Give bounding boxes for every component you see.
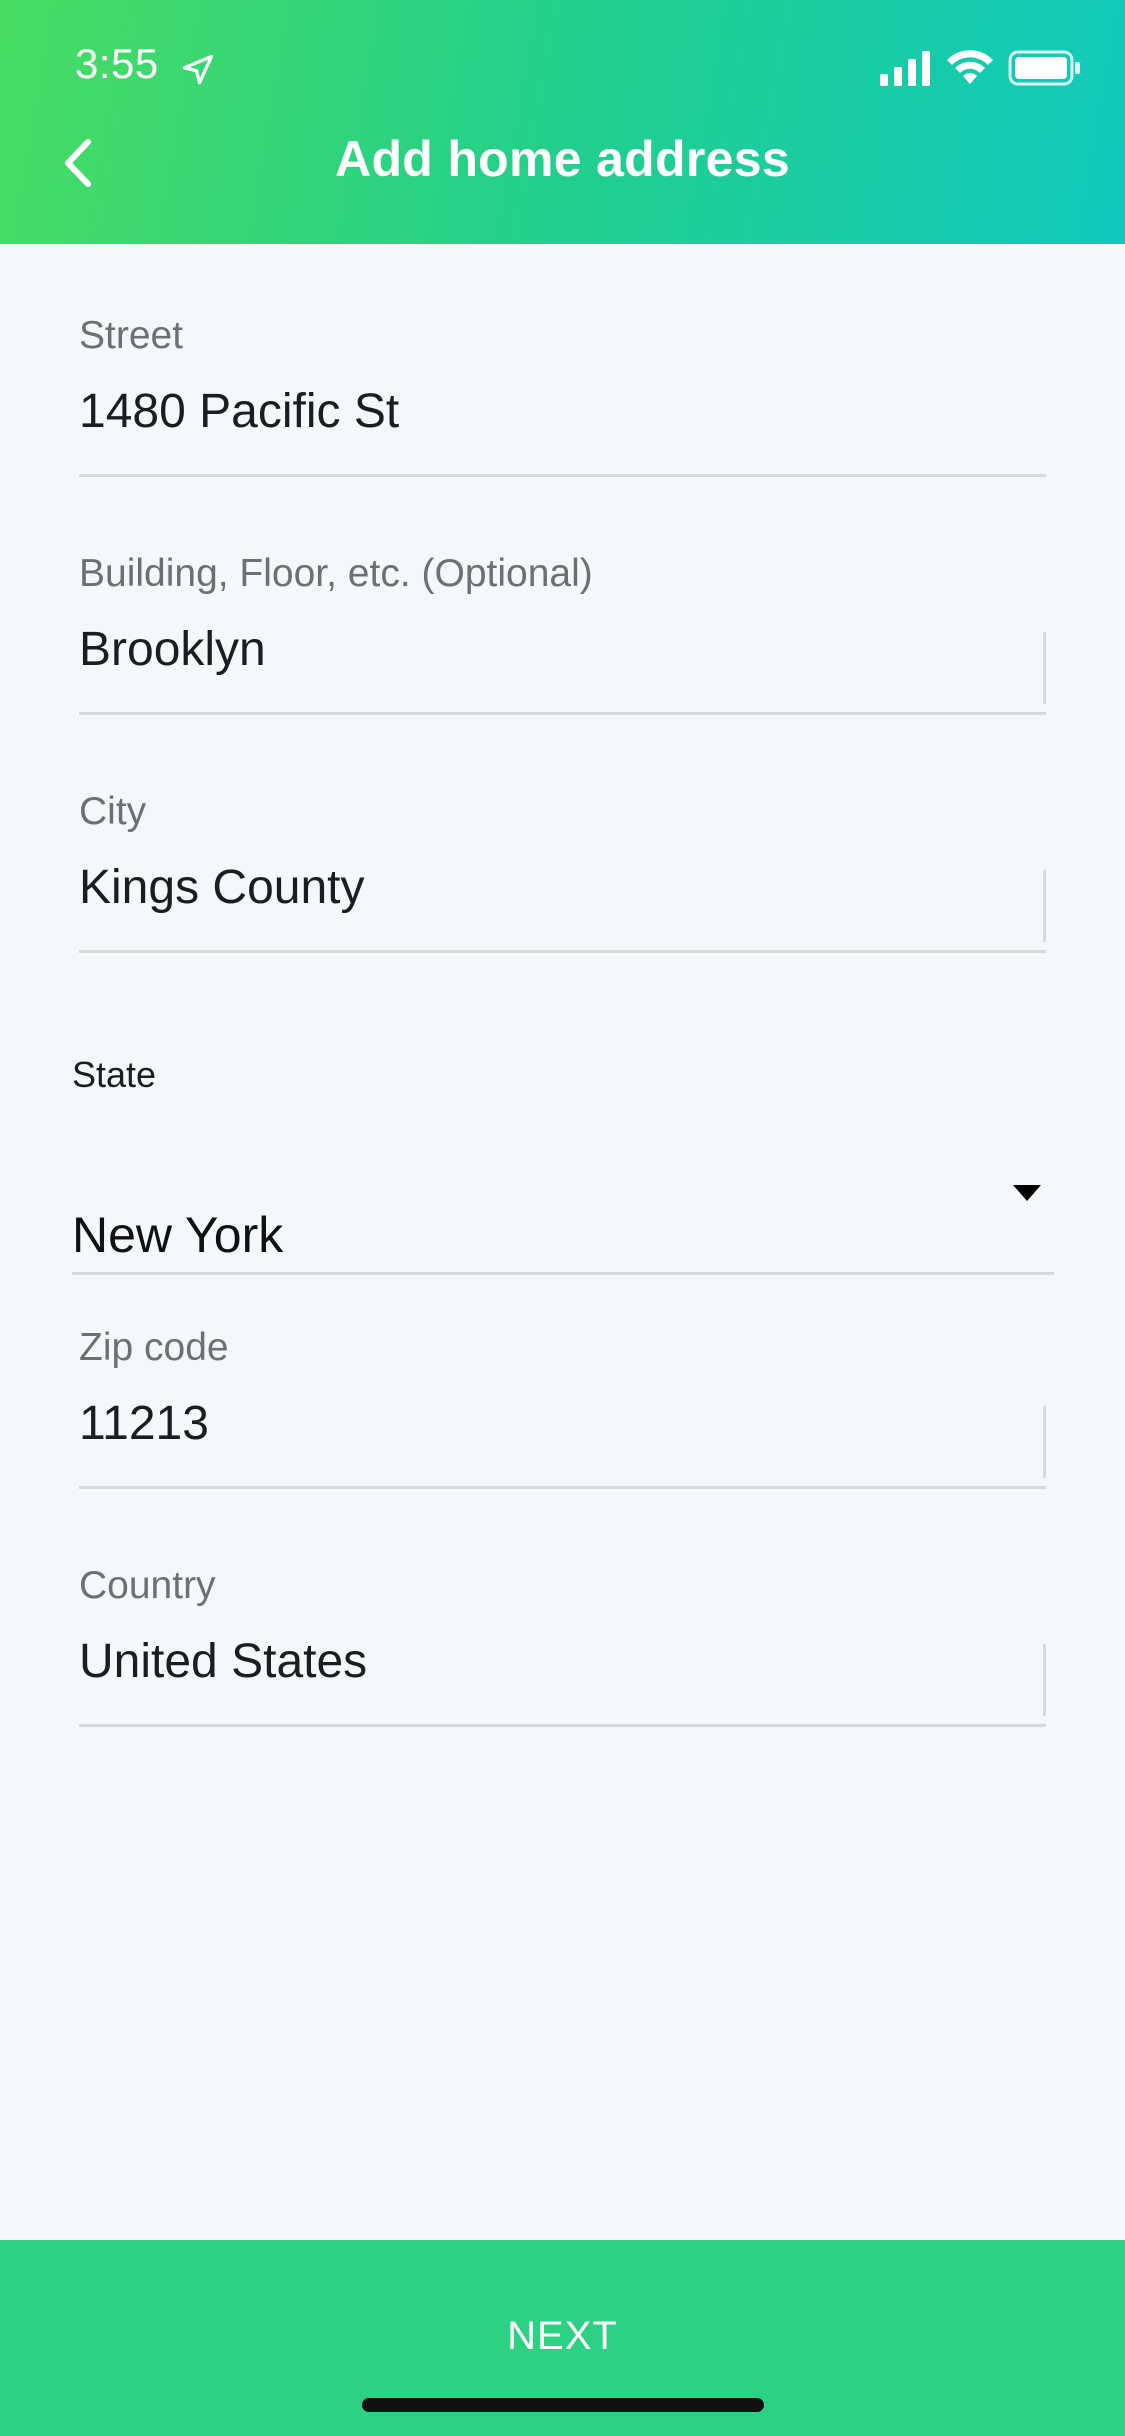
building-label: Building, Floor, etc. (Optional) xyxy=(79,552,593,595)
state-select[interactable]: State New York xyxy=(72,1054,1054,1275)
cellular-signal-icon xyxy=(880,51,930,86)
next-button-label: NEXT xyxy=(507,2314,618,2358)
country-label: Country xyxy=(79,1564,216,1607)
street-field: Street xyxy=(79,314,1046,494)
street-underline xyxy=(79,474,1046,477)
city-input[interactable] xyxy=(79,854,1046,920)
state-selected-value: New York xyxy=(72,1207,284,1263)
battery-icon xyxy=(1008,50,1080,86)
location-arrow-icon xyxy=(182,54,214,85)
building-underline xyxy=(79,712,1046,715)
zip-label: Zip code xyxy=(79,1326,229,1369)
wifi-icon xyxy=(947,50,993,84)
zip-input[interactable] xyxy=(79,1390,1046,1456)
building-input[interactable] xyxy=(79,616,1046,682)
country-input-edge xyxy=(1043,1644,1046,1716)
zip-field: Zip code xyxy=(79,1326,1046,1506)
state-label: State xyxy=(72,1054,157,1095)
country-underline xyxy=(79,1724,1046,1727)
header-bar: 3:55 Add home address xyxy=(0,0,1125,244)
street-label: Street xyxy=(79,314,184,357)
building-input-edge xyxy=(1043,632,1046,704)
country-field: Country xyxy=(79,1564,1046,1744)
country-input[interactable] xyxy=(79,1628,1046,1694)
zip-underline xyxy=(79,1486,1046,1489)
home-indicator[interactable] xyxy=(362,2398,764,2412)
page-title: Add home address xyxy=(335,131,790,187)
zip-input-edge xyxy=(1043,1406,1046,1478)
status-time: 3:55 xyxy=(75,40,159,87)
city-field: City xyxy=(79,790,1046,970)
caret-down-icon[interactable] xyxy=(1012,1184,1042,1202)
city-underline xyxy=(79,950,1046,953)
street-input[interactable] xyxy=(79,378,1046,444)
city-input-edge xyxy=(1043,870,1046,942)
state-underline xyxy=(72,1272,1054,1275)
city-label: City xyxy=(79,790,147,833)
building-field: Building, Floor, etc. (Optional) xyxy=(79,552,1046,732)
